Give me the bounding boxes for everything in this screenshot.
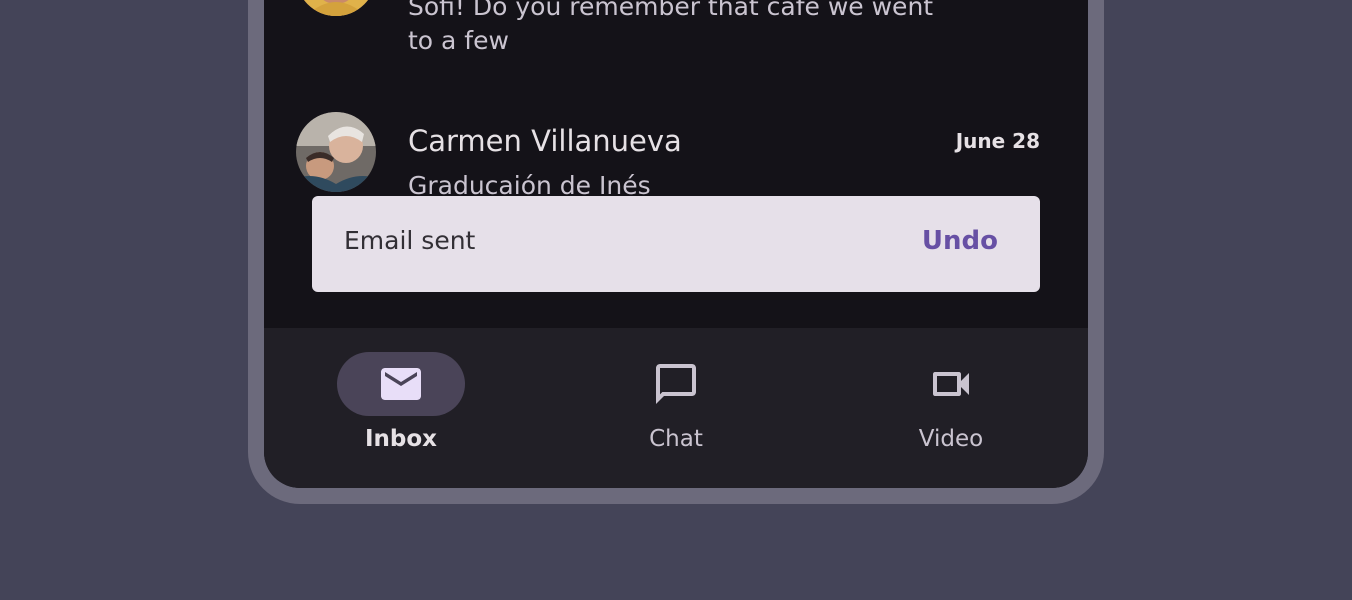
sender-avatar [296, 0, 376, 16]
bottom-navigation-bar: Inbox Chat Video [264, 328, 1088, 488]
email-list-item[interactable]: Sofi! Do you remember that cafe we went … [264, 0, 1088, 60]
email-snippet-line: Sofi! Do you remember that cafe we went [408, 0, 934, 21]
nav-item-chat[interactable]: Chat [576, 328, 776, 488]
undo-button[interactable]: Undo [922, 226, 998, 256]
person-photo-avatar [296, 0, 376, 16]
mail-icon [381, 368, 421, 400]
nav-item-inbox[interactable]: Inbox [301, 328, 501, 488]
email-sender: Carmen Villanueva [408, 124, 682, 158]
device-frame: Sofi! Do you remember that cafe we went … [248, 0, 1104, 504]
videocam-icon [933, 372, 969, 396]
person-photo-avatar [296, 112, 376, 192]
nav-label-inbox: Inbox [364, 426, 438, 452]
sender-avatar [296, 112, 376, 192]
email-list-item[interactable]: Carmen Villanueva June 28 Graducaión de … [264, 100, 1088, 200]
email-date: June 28 [955, 129, 1040, 153]
snackbar-message: Email sent [344, 226, 476, 255]
nav-label-chat: Chat [649, 426, 703, 452]
nav-item-video[interactable]: Video [851, 328, 1051, 488]
chat-icon [656, 364, 696, 404]
app-screen: Sofi! Do you remember that cafe we went … [264, 0, 1088, 488]
email-snippet-line: to a few [408, 26, 509, 55]
nav-label-video: Video [918, 426, 984, 452]
snackbar: Email sent Undo [312, 196, 1040, 292]
